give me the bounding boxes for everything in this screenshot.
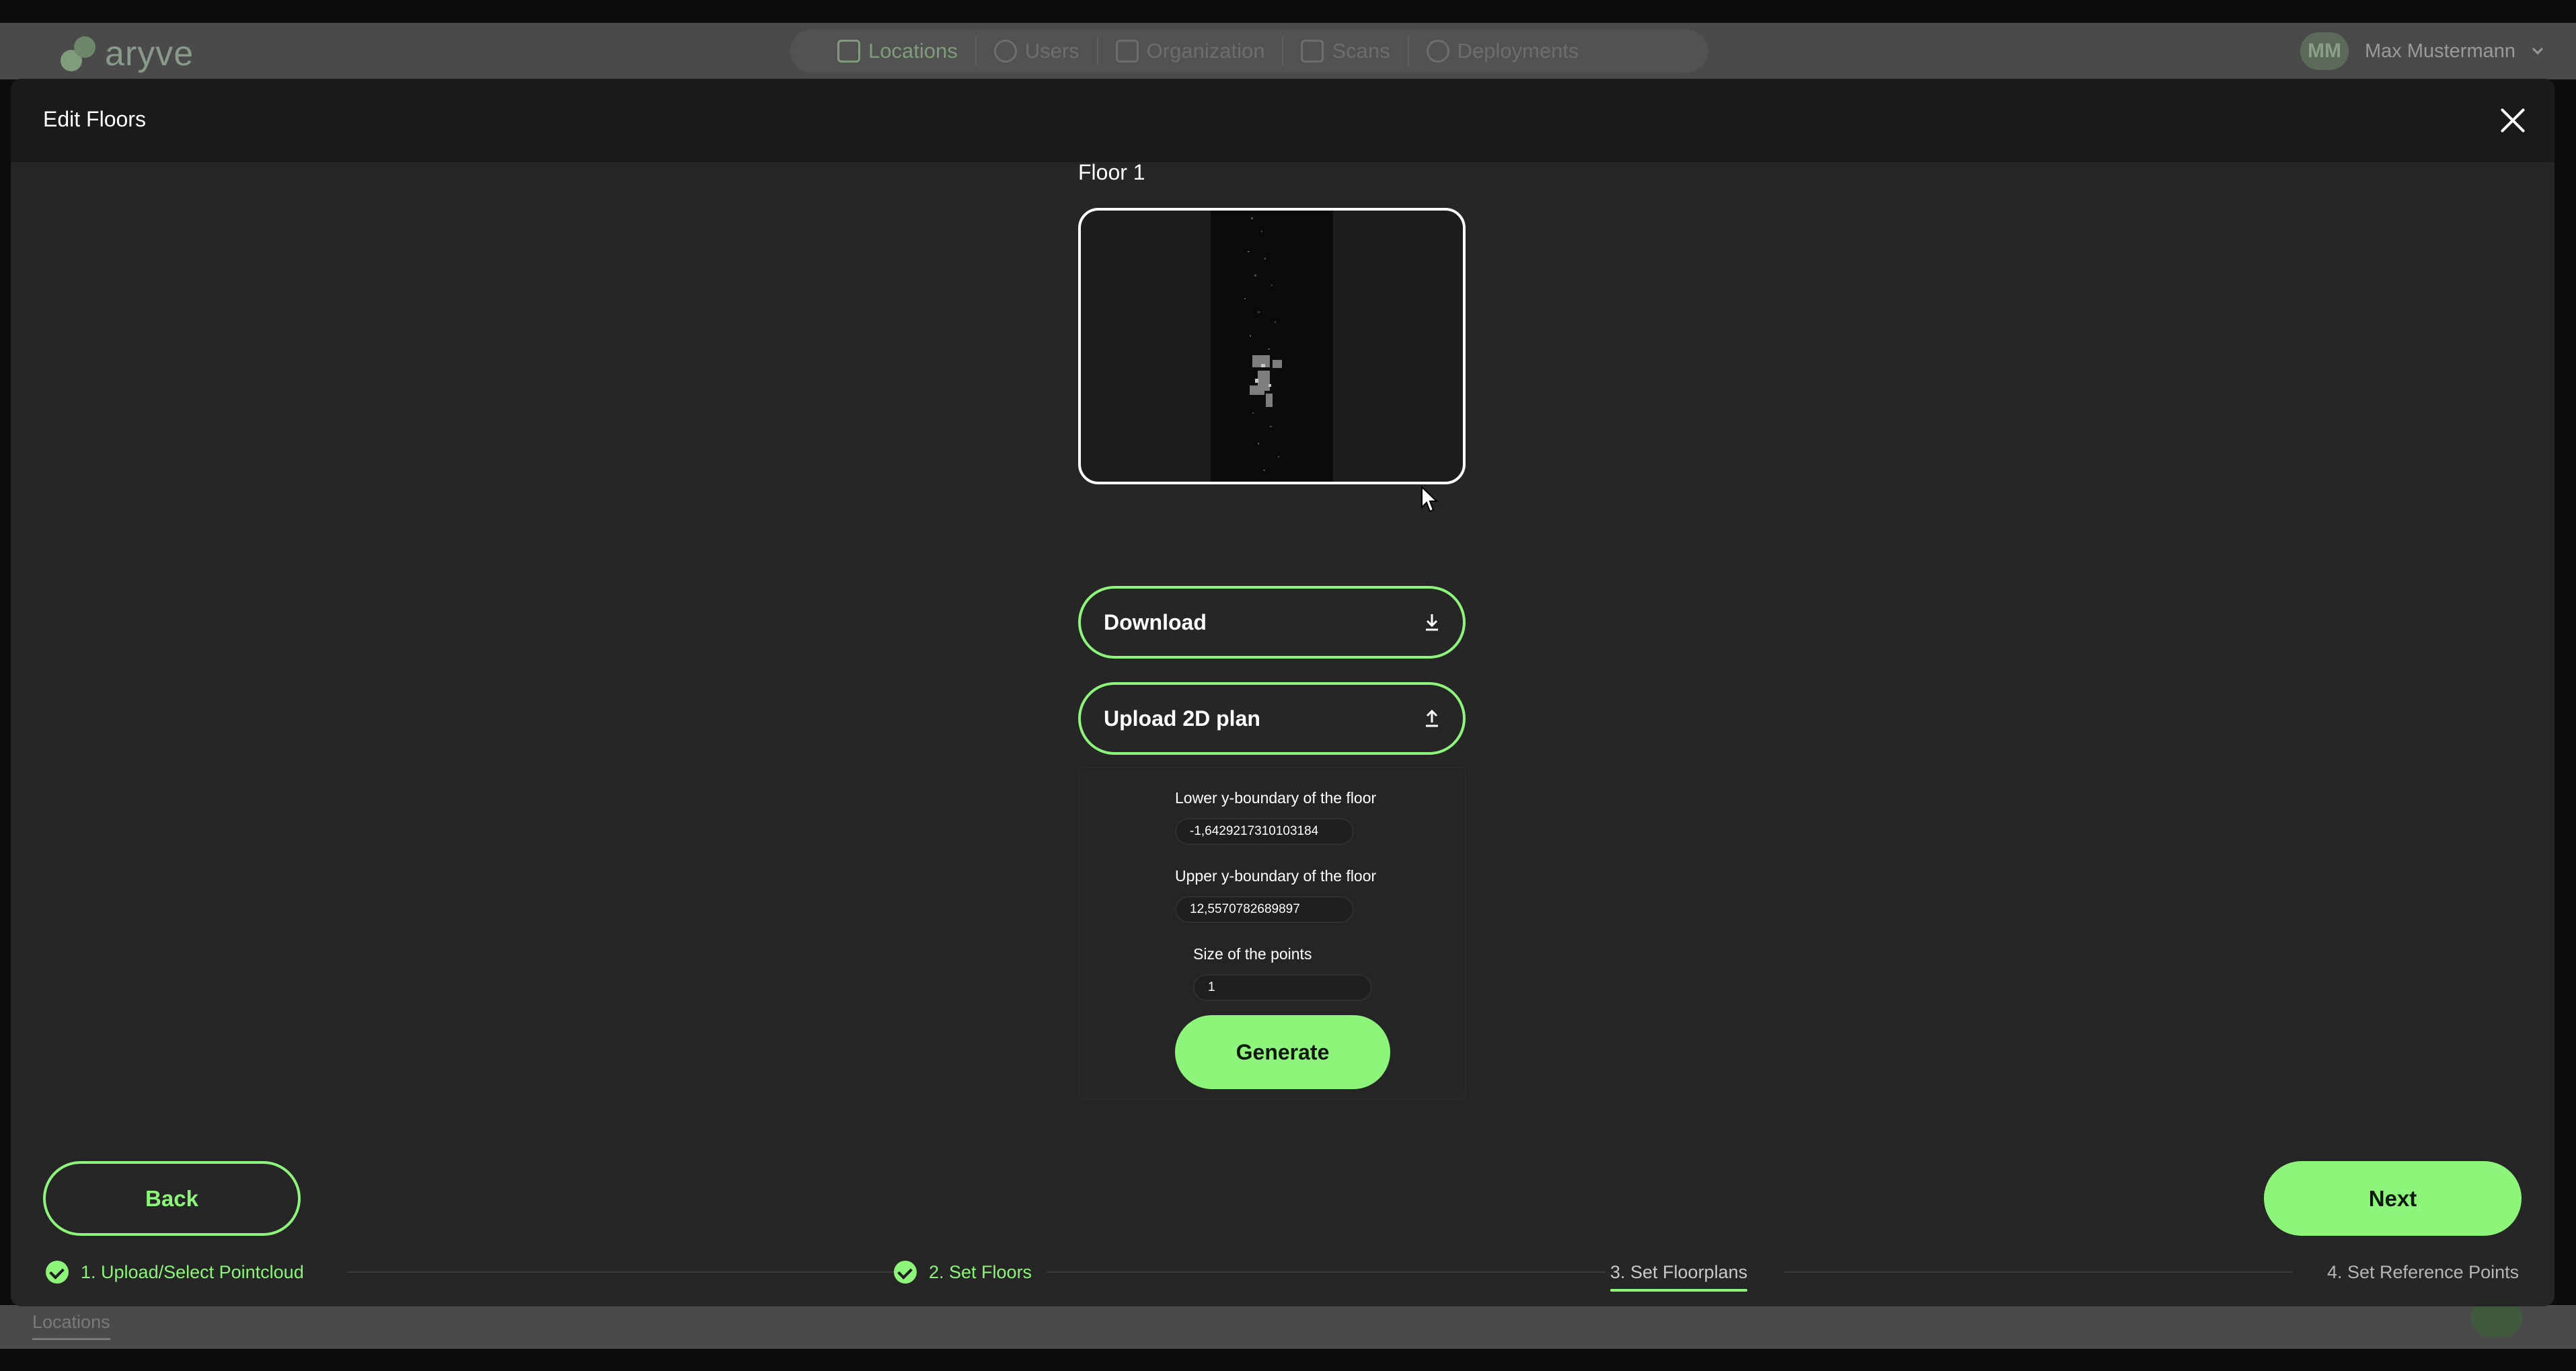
step-label: 2. Set Floors xyxy=(929,1261,1032,1282)
pointcloud-preview-image xyxy=(1211,211,1333,482)
nav-label: Deployments xyxy=(1457,39,1579,63)
step-connector xyxy=(1047,1271,1605,1273)
nav-item-locations[interactable]: Locations xyxy=(820,36,977,66)
lower-boundary-input[interactable] xyxy=(1175,818,1354,845)
floor-label: Floor 1 xyxy=(1078,160,1145,184)
step-set-floors[interactable]: 2. Set Floors xyxy=(894,1258,1032,1286)
nav-item-users[interactable]: Users xyxy=(977,36,1098,66)
nav-label: Organization xyxy=(1146,39,1265,63)
main-nav: Locations Users Organization Scans Deplo… xyxy=(790,30,1708,73)
download-button[interactable]: Download xyxy=(1078,586,1466,659)
upload-icon xyxy=(1426,709,1438,727)
next-button[interactable]: Next xyxy=(2264,1161,2522,1236)
user-name: Max Mustermann xyxy=(2364,40,2515,62)
app-bottom-bar xyxy=(0,1305,2576,1349)
step-connector xyxy=(1785,1271,2293,1273)
nav-item-organization[interactable]: Organization xyxy=(1098,36,1284,66)
step-connector xyxy=(347,1271,899,1273)
modal-header: Edit Floors xyxy=(11,79,2554,162)
brand-logo: aryve xyxy=(61,34,194,74)
bottom-tab-locations[interactable]: Locations xyxy=(32,1312,110,1340)
logo-mark-icon xyxy=(61,36,96,71)
download-icon xyxy=(1426,614,1438,631)
lower-boundary-label: Lower y-boundary of the floor xyxy=(1175,789,1377,807)
upload-label: Upload 2D plan xyxy=(1104,706,1260,731)
screen-edge xyxy=(0,1349,2576,1371)
point-size-label: Size of the points xyxy=(1193,945,1312,963)
gauge-icon xyxy=(1426,40,1449,63)
wizard-stepper: 1. Upload/Select Pointcloud 2. Set Floor… xyxy=(43,1258,2522,1292)
close-icon[interactable] xyxy=(2497,104,2529,137)
nav-item-deployments[interactable]: Deployments xyxy=(1409,36,1597,66)
nav-label: Users xyxy=(1024,39,1079,63)
step-set-reference-points[interactable]: 4. Set Reference Points xyxy=(2327,1258,2519,1286)
modal-title: Edit Floors xyxy=(43,107,146,131)
generate-button[interactable]: Generate xyxy=(1175,1015,1390,1089)
avatar: MM xyxy=(2300,32,2349,70)
upload-2d-plan-button[interactable]: Upload 2D plan xyxy=(1078,682,1466,755)
upper-boundary-input[interactable] xyxy=(1175,896,1354,923)
nav-label: Locations xyxy=(868,39,958,63)
chevron-down-icon xyxy=(2532,47,2544,55)
check-circle-icon xyxy=(46,1261,69,1284)
floorplan-preview[interactable] xyxy=(1078,208,1466,484)
step-upload-pointcloud[interactable]: 1. Upload/Select Pointcloud xyxy=(46,1258,304,1286)
step-set-floorplans[interactable]: 3. Set Floorplans xyxy=(1610,1258,1748,1292)
mouse-cursor-icon xyxy=(1421,486,1439,513)
check-circle-icon xyxy=(894,1261,917,1284)
screen: aryve Locations Users Organization Scans… xyxy=(0,0,2576,1371)
brand-name: aryve xyxy=(105,34,194,73)
step-label: 1. Upload/Select Pointcloud xyxy=(81,1261,304,1282)
download-label: Download xyxy=(1104,609,1207,634)
org-chart-icon xyxy=(1115,40,1139,63)
user-icon xyxy=(993,40,1017,63)
map-icon xyxy=(837,40,860,63)
upper-boundary-label: Upper y-boundary of the floor xyxy=(1175,867,1377,885)
step-label: 4. Set Reference Points xyxy=(2327,1261,2520,1282)
scan-icon xyxy=(1301,40,1324,63)
back-button[interactable]: Back xyxy=(43,1161,301,1236)
nav-item-scans[interactable]: Scans xyxy=(1283,36,1409,66)
pointcloud-render xyxy=(1211,211,1333,482)
user-menu[interactable]: MM Max Mustermann xyxy=(2300,32,2544,70)
step-label: 3. Set Floorplans xyxy=(1610,1261,1748,1282)
point-size-input[interactable] xyxy=(1193,974,1372,1001)
nav-label: Scans xyxy=(1332,39,1390,63)
